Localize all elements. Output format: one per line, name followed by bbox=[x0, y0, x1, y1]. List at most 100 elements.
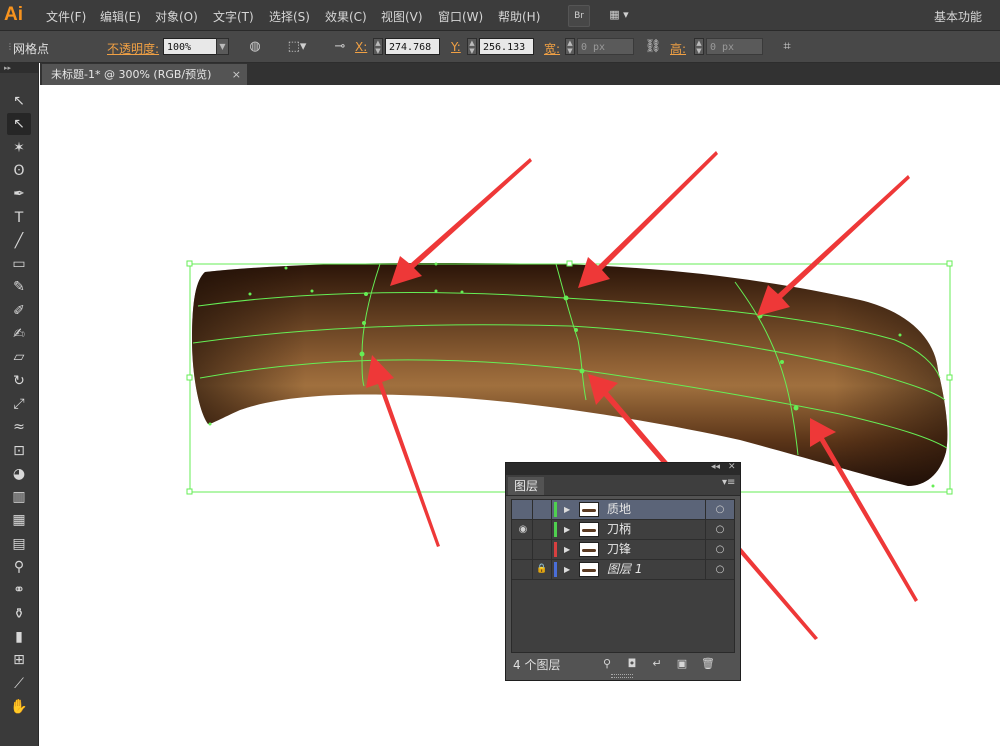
y-stepper-icon[interactable]: ▲ ▼ bbox=[467, 38, 477, 55]
expand-layer-icon[interactable]: ▶ bbox=[564, 560, 570, 579]
target-layer-icon[interactable]: ○ bbox=[705, 520, 734, 539]
layer-thumbnail bbox=[579, 562, 599, 577]
selection-tool[interactable]: ↖ bbox=[7, 90, 31, 112]
menu-object[interactable]: 对象(O) bbox=[155, 8, 198, 25]
free-transform-tool[interactable]: ⊡ bbox=[7, 440, 31, 462]
menu-help[interactable]: 帮助(H) bbox=[498, 8, 540, 25]
rectangle-tool[interactable]: ▭ bbox=[7, 253, 31, 275]
y-input[interactable]: 256.133 bbox=[479, 38, 534, 55]
line-tool[interactable]: ╱ bbox=[7, 230, 31, 252]
blob-brush-tool[interactable]: ✍ bbox=[7, 323, 31, 345]
create-new-layer-icon[interactable]: ▣ bbox=[674, 656, 690, 672]
menu-view[interactable]: 视图(V) bbox=[381, 8, 423, 25]
perspective-grid-tool[interactable]: ▥ bbox=[7, 486, 31, 508]
layer-name[interactable]: 刀锋 bbox=[607, 540, 631, 559]
height-input[interactable]: 0 px bbox=[706, 38, 763, 55]
arrange-documents-button[interactable]: ▦ ▾ bbox=[605, 5, 633, 25]
workspace-switcher[interactable]: 基本功能 bbox=[934, 8, 982, 25]
layer-row[interactable]: 🔒 ▶ 图层 1 ○ bbox=[512, 560, 734, 580]
layer-row[interactable]: ▶ 刀锋 ○ bbox=[512, 540, 734, 560]
visibility-toggle-icon[interactable] bbox=[514, 540, 533, 559]
visibility-toggle-icon[interactable] bbox=[514, 560, 533, 579]
document-tab[interactable]: 未标题-1* @ 300% (RGB/预览) × bbox=[42, 64, 247, 85]
width-label: 宽: bbox=[544, 42, 561, 56]
layer-name[interactable]: 质地 bbox=[607, 500, 631, 519]
align-options-icon[interactable]: ⬚▾ bbox=[283, 37, 311, 56]
target-layer-icon[interactable]: ○ bbox=[705, 500, 734, 519]
slice-tool[interactable]: ⟋ bbox=[7, 673, 31, 695]
bridge-button[interactable]: Br bbox=[568, 5, 590, 27]
menu-select[interactable]: 选择(S) bbox=[269, 8, 310, 25]
lock-toggle-icon[interactable] bbox=[533, 540, 552, 559]
close-panel-icon[interactable]: ✕ bbox=[728, 462, 736, 472]
width-input[interactable]: 0 px bbox=[577, 38, 634, 55]
layer-row[interactable]: ▶ 质地 ○ bbox=[512, 500, 734, 520]
layer-thumbnail bbox=[579, 522, 599, 537]
artboard-tool[interactable]: ⊞ bbox=[7, 649, 31, 671]
layers-panel-titlebar[interactable]: ◂◂ ✕ bbox=[506, 462, 740, 475]
shape-builder-tool[interactable]: ◕ bbox=[7, 463, 31, 485]
expand-layer-icon[interactable]: ▶ bbox=[564, 540, 570, 559]
column-graph-tool[interactable]: ▮ bbox=[7, 626, 31, 648]
target-layer-icon[interactable]: ○ bbox=[705, 560, 734, 579]
pencil-tool[interactable]: ✐ bbox=[7, 300, 31, 322]
width-stepper-icon[interactable]: ▲ ▼ bbox=[565, 38, 575, 55]
paintbrush-tool[interactable]: ✎ bbox=[7, 276, 31, 298]
hand-tool[interactable]: ✋ bbox=[7, 696, 31, 718]
warp-tool[interactable]: ≈ bbox=[7, 416, 31, 438]
panel-resize-grip[interactable] bbox=[611, 674, 633, 678]
reference-point-icon[interactable]: ⊸ bbox=[330, 37, 350, 56]
lasso-tool[interactable]: ʘ bbox=[7, 160, 31, 182]
constrain-proportions-icon[interactable]: ⛓ bbox=[642, 37, 664, 56]
x-input[interactable]: 274.768 bbox=[385, 38, 440, 55]
scale-tool[interactable]: ⤢ bbox=[7, 393, 31, 415]
delete-layer-icon[interactable]: 🗑 bbox=[700, 656, 716, 672]
opacity-label[interactable]: 不透明度: bbox=[107, 40, 159, 57]
magic-wand-tool[interactable]: ✶ bbox=[7, 137, 31, 159]
arrow-2 bbox=[578, 151, 718, 288]
expand-layer-icon[interactable]: ▶ bbox=[564, 500, 570, 519]
layers-tab[interactable]: 图层 bbox=[508, 477, 544, 495]
opacity-dropdown-icon[interactable]: ▼ bbox=[216, 38, 229, 55]
menu-window[interactable]: 窗口(W) bbox=[438, 8, 483, 25]
tools-panel-collapse-icon[interactable]: ▸▸ bbox=[0, 63, 38, 73]
menu-file[interactable]: 文件(F) bbox=[46, 8, 86, 25]
blend-tool[interactable]: ⚭ bbox=[7, 579, 31, 601]
eraser-tool[interactable]: ▱ bbox=[7, 346, 31, 368]
x-stepper-icon[interactable]: ▲ ▼ bbox=[373, 38, 383, 55]
lock-toggle-icon[interactable] bbox=[533, 500, 552, 519]
visibility-toggle-icon[interactable]: ◉ bbox=[514, 520, 533, 539]
pen-tool[interactable]: ✒ bbox=[7, 183, 31, 205]
menu-effect[interactable]: 效果(C) bbox=[325, 8, 367, 25]
lock-toggle-icon[interactable]: 🔒 bbox=[533, 560, 552, 579]
layer-color-swatch bbox=[554, 502, 557, 517]
panel-menu-icon[interactable]: ▾≡ bbox=[722, 477, 735, 488]
create-sublayer-icon[interactable]: ↵ bbox=[649, 656, 665, 672]
recolor-artwork-icon[interactable]: ◍ bbox=[244, 37, 266, 56]
lock-toggle-icon[interactable] bbox=[533, 520, 552, 539]
menu-type[interactable]: 文字(T) bbox=[213, 8, 254, 25]
symbol-sprayer-tool[interactable]: ⚱ bbox=[7, 603, 31, 625]
type-tool[interactable]: T bbox=[7, 207, 31, 229]
artboard-canvas[interactable]: ◂◂ ✕ 图层 ▾≡ ▶ 质地 ○ ◉ ▶ 刀柄 ○ ▶ 刀锋 ○ 🔒 ▶ 图层 1 ○ 4 个图层 ⚲ … bbox=[40, 85, 1000, 746]
rotate-tool[interactable]: ↻ bbox=[7, 370, 31, 392]
opacity-input[interactable]: 100% bbox=[163, 38, 217, 55]
gradient-tool[interactable]: ▤ bbox=[7, 533, 31, 555]
make-clipping-mask-icon[interactable]: ◘ bbox=[624, 656, 640, 672]
layer-name[interactable]: 刀柄 bbox=[607, 520, 631, 539]
eyedropper-tool[interactable]: ⚲ bbox=[7, 556, 31, 578]
layer-row[interactable]: ◉ ▶ 刀柄 ○ bbox=[512, 520, 734, 540]
document-tab-strip: 未标题-1* @ 300% (RGB/预览) × bbox=[40, 63, 1000, 85]
visibility-toggle-icon[interactable] bbox=[514, 500, 533, 519]
close-document-icon[interactable]: × bbox=[232, 64, 241, 85]
expand-layer-icon[interactable]: ▶ bbox=[564, 520, 570, 539]
transform-icon[interactable]: ⌗ bbox=[776, 37, 798, 56]
mesh-tool[interactable]: ▦ bbox=[7, 509, 31, 531]
target-layer-icon[interactable]: ○ bbox=[705, 540, 734, 559]
layer-name[interactable]: 图层 1 bbox=[607, 560, 642, 579]
locate-object-icon[interactable]: ⚲ bbox=[599, 656, 615, 672]
menu-edit[interactable]: 编辑(E) bbox=[100, 8, 141, 25]
height-stepper-icon[interactable]: ▲ ▼ bbox=[694, 38, 704, 55]
direct-selection-tool[interactable]: ↖ bbox=[7, 113, 31, 136]
collapse-panel-icon[interactable]: ◂◂ bbox=[711, 462, 720, 472]
